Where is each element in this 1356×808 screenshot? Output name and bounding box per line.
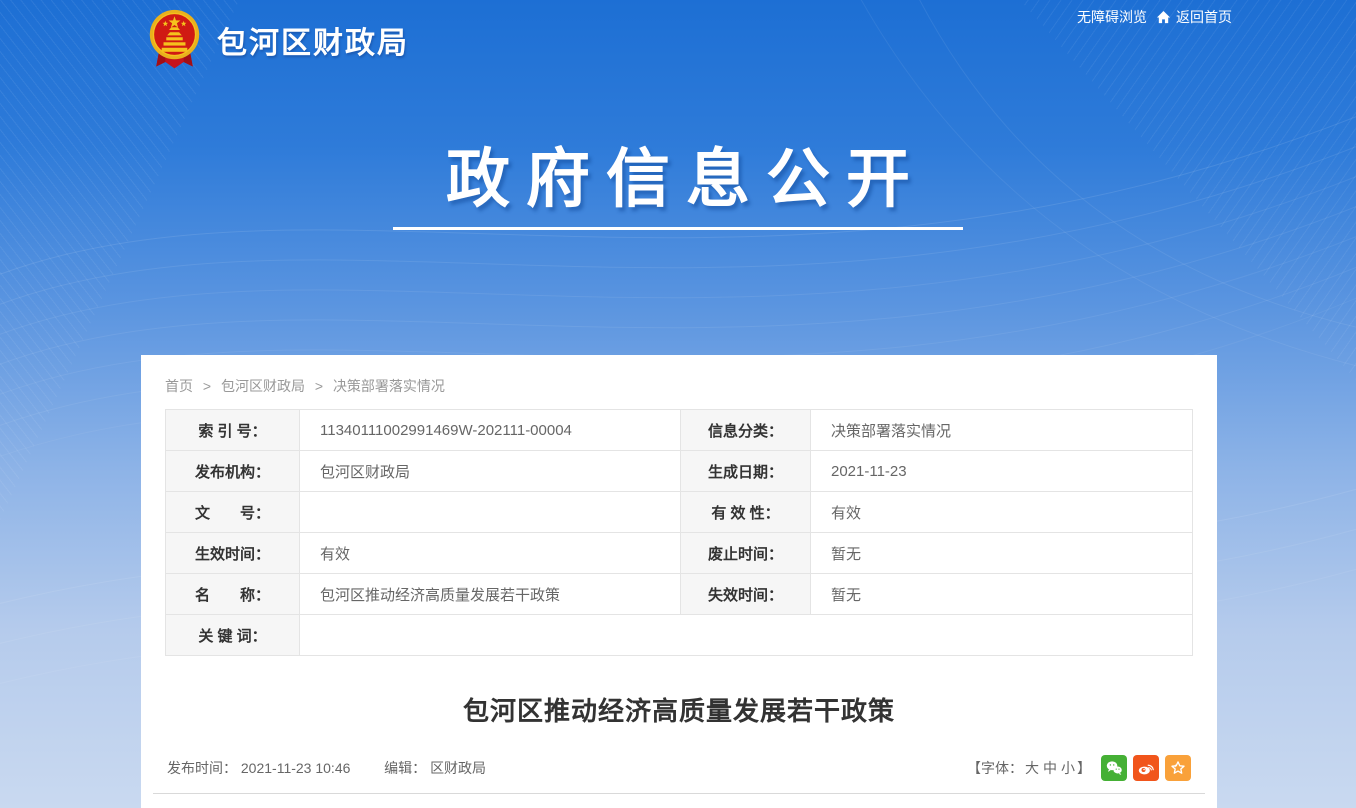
font-size-medium-button[interactable]: 中 <box>1043 760 1057 776</box>
publish-time-value: 2021-11-23 10:46 <box>241 760 351 776</box>
editor-label: 编辑： <box>384 760 426 776</box>
field-value-expire-time: 暂无 <box>811 574 1193 615</box>
share-buttons <box>1101 755 1191 781</box>
field-label-keywords: 关 键 词： <box>166 615 300 656</box>
field-label-abolish-time: 废止时间： <box>681 533 811 574</box>
field-value-title: 包河区推动经济高质量发展若干政策 <box>300 574 681 615</box>
site-brand[interactable]: 包河区财政局 <box>147 8 409 72</box>
field-value-effective-time: 有效 <box>300 533 681 574</box>
table-row: 关 键 词： <box>166 615 1193 656</box>
breadcrumb-home-link[interactable]: 首页 <box>165 378 193 394</box>
article-title: 包河区推动经济高质量发展若干政策 <box>141 691 1217 728</box>
article-tools: 【字体：大中小】 <box>967 755 1191 781</box>
banner-title: 政府信息公开 <box>0 128 1356 220</box>
accessibility-link[interactable]: 无障碍浏览 <box>1077 7 1147 27</box>
field-label-index-number: 索 引 号： <box>166 410 300 451</box>
field-label-generate-date: 生成日期： <box>681 451 811 492</box>
breadcrumb-bureau-link[interactable]: 包河区财政局 <box>221 378 305 394</box>
field-value-doc-number <box>300 492 681 533</box>
weibo-share-button[interactable] <box>1133 755 1159 781</box>
top-utility-bar: 无障碍浏览 返回首页 <box>1077 7 1232 27</box>
table-row: 名 称： 包河区推动经济高质量发展若干政策 失效时间： 暂无 <box>166 574 1193 615</box>
document-metadata-table: 索 引 号： 11340111002991469W-202111-00004 信… <box>165 409 1193 656</box>
field-value-keywords <box>300 615 1193 656</box>
back-home-link[interactable]: 返回首页 <box>1156 7 1232 27</box>
table-row: 文 号： 有 效 性： 有效 <box>166 492 1193 533</box>
field-label-info-category: 信息分类： <box>681 410 811 451</box>
field-value-validity: 有效 <box>811 492 1193 533</box>
font-size-prefix: 【字体： <box>967 760 1023 776</box>
font-size-suffix: 】 <box>1077 760 1091 776</box>
publish-info: 发布时间： 2021-11-23 10:46 编辑： 区财政局 <box>167 758 486 778</box>
field-label-validity: 有 效 性： <box>681 492 811 533</box>
breadcrumb: 首页 > 包河区财政局 > 决策部署落实情况 <box>165 376 1193 396</box>
field-value-abolish-time: 暂无 <box>811 533 1193 574</box>
table-row: 索 引 号： 11340111002991469W-202111-00004 信… <box>166 410 1193 451</box>
field-value-index-number: 11340111002991469W-202111-00004 <box>300 410 681 451</box>
back-home-label: 返回首页 <box>1176 7 1232 27</box>
table-row: 发布机构： 包河区财政局 生成日期： 2021-11-23 <box>166 451 1193 492</box>
home-icon <box>1156 10 1171 25</box>
content-divider <box>153 793 1205 794</box>
field-value-generate-date: 2021-11-23 <box>811 451 1193 492</box>
weibo-share-icon <box>1136 758 1156 778</box>
breadcrumb-separator: > <box>203 378 211 394</box>
field-label-publisher: 发布机构： <box>166 451 300 492</box>
site-name: 包河区财政局 <box>217 18 409 62</box>
editor-value: 区财政局 <box>430 760 486 776</box>
publish-time-label: 发布时间： <box>167 760 237 776</box>
breadcrumb-current: 决策部署落实情况 <box>333 378 445 394</box>
breadcrumb-separator: > <box>315 378 323 394</box>
national-emblem-logo <box>147 8 202 72</box>
star-favorite-button[interactable] <box>1165 755 1191 781</box>
article-meta-row: 发布时间： 2021-11-23 10:46 编辑： 区财政局 【字体：大中小】 <box>167 755 1191 781</box>
content-card: 首页 > 包河区财政局 > 决策部署落实情况 索 引 号： 1134011100… <box>141 355 1217 808</box>
field-value-publisher: 包河区财政局 <box>300 451 681 492</box>
wechat-share-button[interactable] <box>1101 755 1127 781</box>
banner-title-underline <box>393 227 963 230</box>
font-size-control: 【字体：大中小】 <box>967 758 1091 778</box>
font-size-small-button[interactable]: 小 <box>1061 760 1075 776</box>
page-background: 无障碍浏览 返回首页 包河区财政局 政府信息公开 <box>0 0 1356 808</box>
field-label-expire-time: 失效时间： <box>681 574 811 615</box>
star-favorite-icon <box>1168 758 1188 778</box>
font-size-large-button[interactable]: 大 <box>1025 760 1039 776</box>
wechat-share-icon <box>1104 758 1124 778</box>
field-value-info-category: 决策部署落实情况 <box>811 410 1193 451</box>
table-row: 生效时间： 有效 废止时间： 暂无 <box>166 533 1193 574</box>
field-label-doc-number: 文 号： <box>166 492 300 533</box>
field-label-title: 名 称： <box>166 574 300 615</box>
field-label-effective-time: 生效时间： <box>166 533 300 574</box>
